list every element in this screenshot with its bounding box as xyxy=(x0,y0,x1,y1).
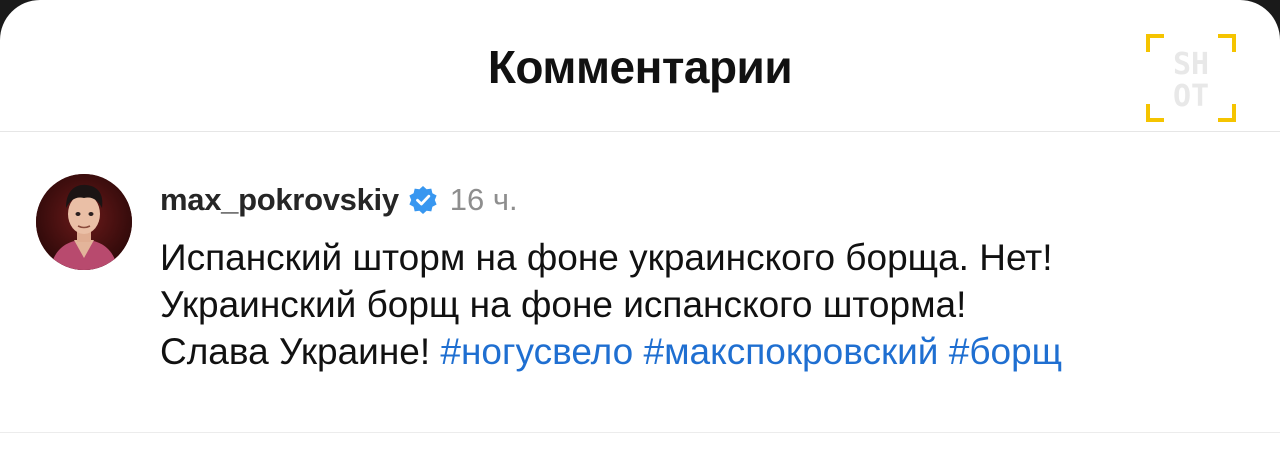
comment-timestamp: 16 ч. xyxy=(449,182,518,217)
shot-logo-icon: SH OT xyxy=(1146,34,1236,122)
page-title: Комментарии xyxy=(487,41,793,93)
comments-header: Комментарии SH OT xyxy=(0,0,1280,132)
comment-line-2: Украинский борщ на фоне испанского шторм… xyxy=(160,284,967,325)
comments-sheet: Комментарии SH OT max_pokrovskiy 16 ч. И… xyxy=(0,0,1280,470)
hashtag-link[interactable]: #макспокровский xyxy=(644,331,939,372)
hashtag-link[interactable]: #борщ xyxy=(949,331,1062,372)
watermark-text-bottom: OT xyxy=(1173,79,1209,114)
avatar-illustration xyxy=(36,174,132,270)
hashtag-link[interactable]: #ногусвело xyxy=(440,331,633,372)
comment-meta: max_pokrovskiy 16 ч. xyxy=(160,180,518,220)
username-link[interactable]: max_pokrovskiy xyxy=(160,182,399,218)
comment-line-3-text: Слава Украине! xyxy=(160,331,431,372)
verified-badge-icon xyxy=(409,186,437,214)
comment-item: max_pokrovskiy 16 ч. Испанский шторм на … xyxy=(0,132,1280,430)
user-avatar[interactable] xyxy=(36,174,132,270)
comment-line-1: Испанский шторм на фоне украинского борщ… xyxy=(160,237,1053,278)
comment-line-3: Слава Украине! #ногусвело #макспокровски… xyxy=(160,328,1260,375)
comment-body: Испанский шторм на фоне украинского борщ… xyxy=(160,234,1260,375)
divider xyxy=(0,432,1280,433)
watermark-text-top: SH xyxy=(1173,47,1209,82)
